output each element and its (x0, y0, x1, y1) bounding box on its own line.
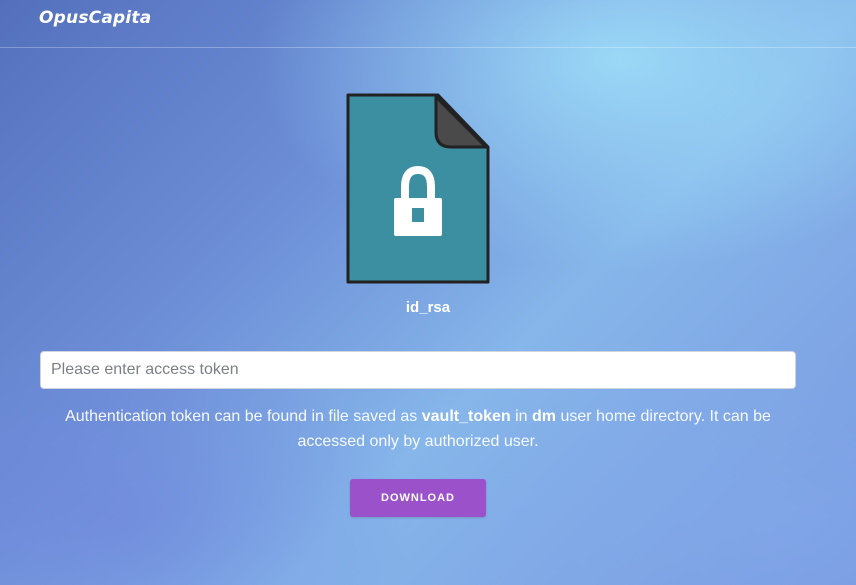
file-name: id_rsa (405, 299, 451, 316)
help-text-part2: in (510, 408, 533, 425)
vault-token-filename: vault_token (421, 408, 511, 425)
access-token-input[interactable] (40, 351, 796, 389)
download-button[interactable]: DOWNLOAD (350, 479, 486, 517)
locked-file-icon (346, 93, 490, 284)
top-header: OpusCapita (0, 0, 856, 48)
auth-help-text: Authentication token can be found in fil… (60, 404, 776, 454)
dm-username: dm (532, 408, 557, 425)
help-text-part1: Authentication token can be found in fil… (65, 408, 422, 425)
opuscapita-logo[interactable]: OpusCapita (39, 8, 151, 28)
